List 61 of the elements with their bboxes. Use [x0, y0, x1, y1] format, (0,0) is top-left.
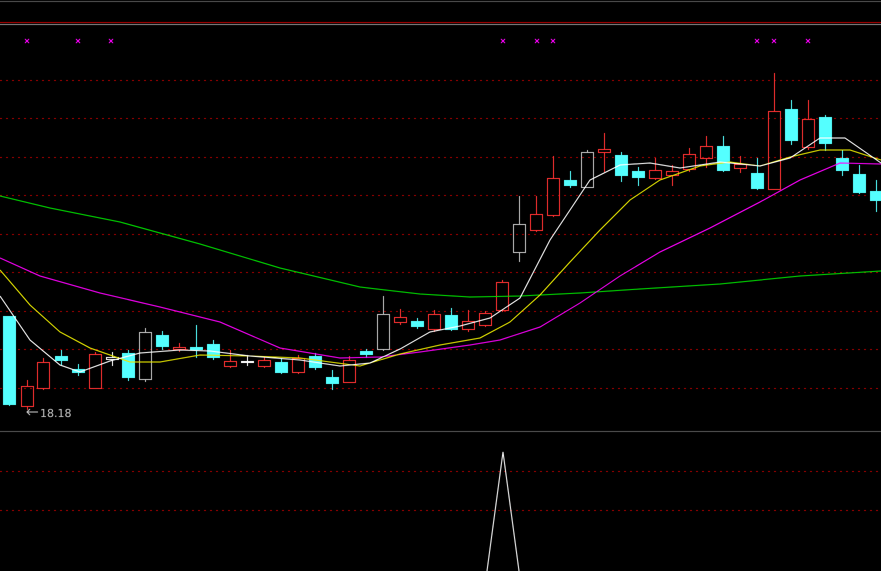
candlestick — [870, 180, 881, 212]
candlestick — [751, 158, 764, 190]
cross-marker-icon — [24, 38, 30, 44]
candlestick — [275, 358, 288, 374]
candlestick — [513, 196, 526, 262]
candlestick — [649, 158, 662, 180]
candlestick — [853, 164, 866, 194]
candlestick — [173, 342, 186, 352]
cross-marker-icon — [772, 38, 776, 44]
candlestick — [615, 152, 628, 182]
cross-marker-icon — [500, 38, 506, 44]
candlestick — [666, 164, 679, 186]
arrow-icon — [26, 408, 38, 416]
candlestick — [785, 100, 798, 146]
candlestick — [224, 350, 237, 368]
candlestick — [581, 150, 594, 188]
candlestick — [411, 318, 424, 330]
price-label: 18.18 — [40, 407, 72, 420]
cross-marker-icon — [550, 38, 556, 44]
candlestick — [21, 380, 34, 410]
candlestick — [89, 352, 102, 390]
candlestick — [564, 170, 577, 188]
candlestick — [700, 136, 713, 168]
candlestick — [156, 330, 169, 350]
cross-marker-icon — [806, 38, 810, 44]
candlestick — [309, 352, 322, 370]
candlestick — [360, 348, 373, 358]
cross-marker-icon — [534, 38, 540, 44]
candlestick — [326, 370, 339, 390]
candlestick — [72, 364, 85, 376]
candlestick — [819, 114, 832, 152]
candlestick — [343, 356, 356, 384]
candlestick — [258, 356, 271, 368]
candlestick — [37, 358, 50, 390]
candlestick — [106, 352, 119, 366]
candlestick — [394, 308, 407, 326]
candlestick — [836, 150, 849, 176]
candlestick — [802, 100, 815, 150]
candlestick — [122, 350, 135, 382]
candlestick — [292, 354, 305, 374]
candlestick — [377, 296, 390, 352]
candlestick — [241, 354, 254, 366]
candlestick — [479, 310, 492, 328]
candlestick — [598, 132, 611, 172]
cross-marker-icon — [108, 38, 114, 44]
candlestick — [683, 148, 696, 172]
candlestick — [190, 324, 203, 358]
candlestick — [55, 350, 68, 366]
candlestick — [717, 136, 730, 172]
candlestick — [734, 156, 747, 174]
candlestick — [462, 310, 475, 332]
candlestick — [496, 280, 509, 312]
candlestick — [445, 308, 458, 332]
candlestick — [207, 340, 220, 360]
candlestick — [632, 166, 645, 186]
cross-marker-icon — [754, 38, 760, 44]
cross-marker-icon — [76, 38, 80, 44]
candlestick — [139, 328, 152, 382]
candlestick — [547, 156, 560, 218]
candlestick — [530, 196, 543, 232]
candlestick — [428, 310, 441, 332]
